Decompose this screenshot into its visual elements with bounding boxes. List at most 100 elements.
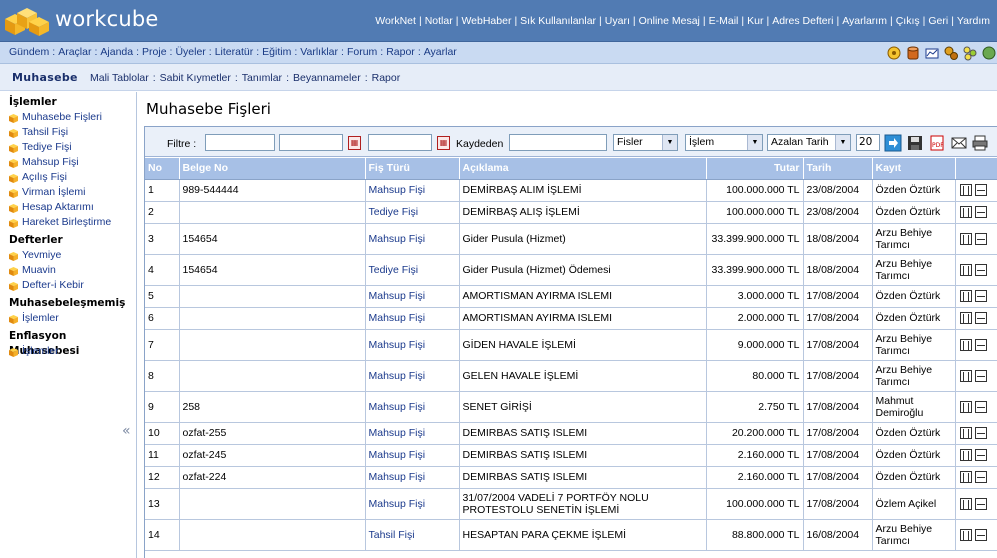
sidebar-item[interactable]: Açılış Fişi [0,170,136,185]
receipt-type-link[interactable]: Tediye Fişi [365,201,460,224]
column-header[interactable] [955,158,997,180]
column-header[interactable]: No [145,158,180,180]
table-row[interactable]: 3 154654 Mahsup Fişi Gider Pusula (Hizmet) 3… [145,223,997,255]
transfer-icon[interactable] [959,263,972,276]
mail-icon[interactable] [950,134,968,152]
minus-icon[interactable] [974,184,987,197]
top-link[interactable]: Sık Kullanılanlar [520,15,596,27]
transfer-icon[interactable] [959,497,972,510]
nav-link[interactable]: Varlıklar [300,46,338,58]
pdf-icon[interactable]: PDF [928,134,946,152]
top-link[interactable]: Çıkış [896,15,920,27]
star-circle-icon[interactable] [886,45,902,61]
table-row[interactable]: 4 154654 Tediye Fişi Gider Pusula (Hizmet) … [145,254,997,286]
top-link[interactable]: WorkNet [375,15,416,27]
end-date-input[interactable] [368,134,432,151]
filter-keyword-input[interactable] [205,134,275,151]
receipt-type-link[interactable]: Mahsup Fişi [365,488,460,520]
minus-icon[interactable] [974,206,987,219]
sidebar-item[interactable]: İşlemler [0,311,136,326]
receipt-type-link[interactable]: Mahsup Fişi [365,329,460,361]
top-link[interactable]: Kur [747,15,763,27]
process-select[interactable]: İşlem ▼ [685,134,763,151]
top-link[interactable]: Yardım [957,15,990,27]
transfer-icon[interactable] [959,471,972,484]
module-link[interactable]: Tanımlar [242,72,282,84]
sidebar-item[interactable]: Yevmiye [0,248,136,263]
top-link[interactable]: Online Mesaj [639,15,700,27]
transfer-icon[interactable] [959,528,972,541]
transfer-icon[interactable] [959,338,972,351]
receipt-type-link[interactable]: Mahsup Fişi [365,422,460,445]
start-date-input[interactable] [279,134,343,151]
minus-icon[interactable] [974,290,987,303]
minus-icon[interactable] [974,400,987,413]
nav-link[interactable]: Üyeler [175,46,205,58]
nav-link[interactable]: Araçlar [58,46,91,58]
table-row[interactable]: 14 Tahsil Fişi HESAPTAN PARA ÇEKME İŞLEMİ 8… [145,519,997,551]
sort-select[interactable]: Azalan Tarih ▼ [767,134,851,151]
transfer-icon[interactable] [959,206,972,219]
table-row[interactable]: 13 Mahsup Fişi 31/07/2004 VADELİ 7 PORTFÖY… [145,488,997,520]
receipt-type-link[interactable]: Mahsup Fişi [365,466,460,489]
transfer-icon[interactable] [959,400,972,413]
sidebar-item[interactable]: Muavin [0,263,136,278]
go-arrow-icon[interactable] [884,134,902,152]
transfer-icon[interactable] [959,184,972,197]
start-date-calendar-icon[interactable]: ▦ [348,136,361,150]
nav-link[interactable]: Ayarlar [424,46,457,58]
receipt-type-link[interactable]: Mahsup Fişi [365,223,460,255]
top-link[interactable]: E-Mail [709,15,739,27]
top-link[interactable]: Notlar [425,15,453,27]
sidebar-item[interactable]: Defter-i Kebir [0,278,136,293]
transfer-icon[interactable] [959,427,972,440]
sidebar-item[interactable]: Hesap Aktarımı [0,200,136,215]
phone-icon[interactable] [981,45,997,61]
table-row[interactable]: 7 Mahsup Fişi GİDEN HAVALE İŞLEMİ 9.000.000… [145,329,997,361]
cylinder-icon[interactable] [905,45,921,61]
kaydeden-input[interactable] [509,134,607,151]
minus-icon[interactable] [974,471,987,484]
nav-link[interactable]: Rapor [386,46,415,58]
minus-icon[interactable] [974,528,987,541]
table-row[interactable]: 11 ozfat-245 Mahsup Fişi DEMIRBAS SATIŞ ISL… [145,444,997,467]
table-row[interactable]: 2 Tediye Fişi DEMİRBAŞ ALIŞ İŞLEMİ 100.000.… [145,201,997,224]
chart-icon[interactable] [924,45,940,61]
column-header[interactable]: Kayıt [872,158,956,180]
nav-link[interactable]: Proje [142,46,167,58]
module-link[interactable]: Mali Tablolar [90,72,149,84]
top-link[interactable]: Adres Defteri [772,15,833,27]
nav-link[interactable]: Forum [347,46,377,58]
minus-icon[interactable] [974,427,987,440]
sidebar-item[interactable]: Hareket Birleştirme [0,215,136,230]
nav-link[interactable]: Literatür [215,46,254,58]
save-icon[interactable] [906,134,924,152]
table-row[interactable]: 10 ozfat-255 Mahsup Fişi DEMIRBAS SATIŞ ISL… [145,422,997,445]
column-header[interactable]: Tarih [803,158,873,180]
print-icon[interactable] [971,134,989,152]
top-link[interactable]: Uyarı [605,15,630,27]
minus-icon[interactable] [974,449,987,462]
table-row[interactable]: 9 258 Mahsup Fişi SENET GİRİŞİ 2.750 TL 17/08… [145,391,997,423]
module-link[interactable]: Beyannameler [293,72,361,84]
top-link[interactable]: Geri [928,15,948,27]
module-link[interactable]: Sabit Kıymetler [160,72,231,84]
receipt-type-link[interactable]: Mahsup Fişi [365,285,460,308]
gears-icon[interactable] [943,45,959,61]
sidebar-item[interactable]: Virman İşlemi [0,185,136,200]
sidebar-item[interactable]: Mahsup Fişi [0,155,136,170]
table-row[interactable]: 1 989-544444 Mahsup Fişi DEMİRBAŞ ALIM İŞLE… [145,179,997,202]
transfer-icon[interactable] [959,290,972,303]
column-header[interactable]: Fiş Türü [365,158,460,180]
doc-type-select[interactable]: Fisler ▼ [613,134,678,151]
page-size-input[interactable]: 20 [856,134,880,151]
top-link[interactable]: Ayarlarım [842,15,887,27]
transfer-icon[interactable] [959,312,972,325]
collapse-sidebar-icon[interactable]: « [122,423,131,439]
transfer-icon[interactable] [959,449,972,462]
sidebar-item[interactable]: Tediye Fişi [0,140,136,155]
receipt-type-link[interactable]: Mahsup Fişi [365,307,460,330]
minus-icon[interactable] [974,312,987,325]
transfer-icon[interactable] [959,232,972,245]
top-link[interactable]: WebHaber [461,15,511,27]
